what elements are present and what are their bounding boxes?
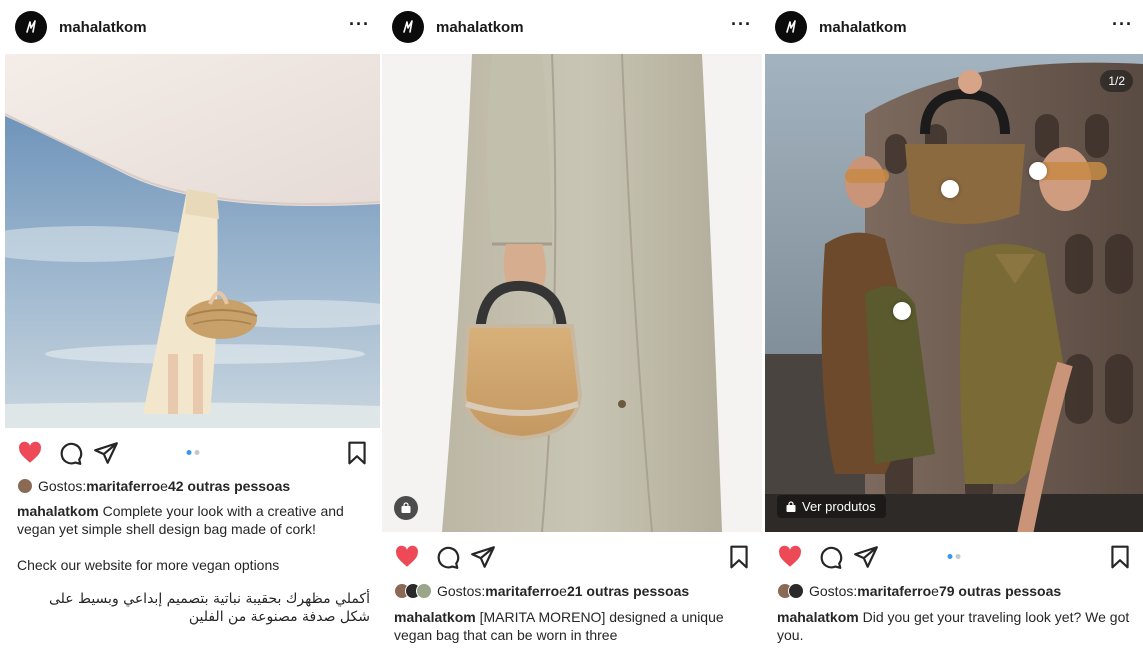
colosseum-scene (765, 54, 1143, 532)
carousel-dot (955, 554, 961, 559)
action-bar (765, 538, 1143, 578)
logo-icon (403, 20, 413, 33)
more-icon[interactable]: ··· (1112, 14, 1133, 34)
liked-by-user[interactable]: maritaferro (86, 478, 160, 494)
more-icon[interactable]: ··· (349, 14, 370, 34)
post-caption: mahalatkom [MARITA MORENO] designed a un… (394, 608, 752, 644)
comment-icon[interactable] (57, 440, 83, 466)
username[interactable]: mahalatkom (59, 19, 147, 36)
avatar[interactable] (775, 11, 807, 43)
heart-icon[interactable] (17, 440, 43, 466)
post-card: mahalatkom ··· (382, 0, 762, 652)
caption-arabic: أكملي مظهرك بحقيبة نباتية بتصميم إبداعي … (48, 591, 370, 625)
share-icon[interactable] (470, 544, 496, 570)
beach-scene (5, 54, 380, 428)
avatar (17, 478, 33, 494)
caption-username[interactable]: mahalatkom (394, 609, 476, 625)
carousel-indicator (947, 554, 961, 559)
coat-bag-scene (382, 54, 762, 532)
logo-icon (26, 20, 36, 33)
likes-count[interactable]: 21 outras pessoas (567, 583, 689, 599)
view-products-label: Ver produtos (802, 499, 876, 514)
action-bar (382, 538, 762, 578)
logo-icon (786, 20, 796, 33)
caption-username[interactable]: mahalatkom (17, 503, 99, 519)
liked-by-user[interactable]: maritaferro (857, 583, 931, 599)
caption-paragraph: Check our website for more vegan options (17, 557, 280, 573)
likes-count[interactable]: 42 outras pessoas (168, 478, 290, 494)
likes-summary: Gostos: maritaferro e 21 outras pessoas (394, 583, 754, 599)
liker-avatars (17, 478, 33, 494)
likes-joiner: e (559, 583, 567, 599)
avatar[interactable] (392, 11, 424, 43)
product-tag-dot[interactable] (893, 302, 911, 320)
post-caption: mahalatkom Did you get your traveling lo… (777, 608, 1133, 644)
post-image[interactable]: 1/2 Ver produtos (765, 54, 1143, 532)
comment-icon[interactable] (817, 544, 843, 570)
post-header: mahalatkom ··· (765, 0, 1143, 54)
post-header: mahalatkom ··· (5, 0, 380, 54)
likes-joiner: e (931, 583, 939, 599)
heart-icon[interactable] (777, 544, 803, 570)
likes-joiner: e (160, 478, 168, 494)
likes-count[interactable]: 79 outras pessoas (939, 583, 1061, 599)
avatar (788, 583, 804, 599)
bookmark-icon[interactable] (726, 544, 752, 570)
username[interactable]: mahalatkom (436, 19, 524, 36)
likes-summary: Gostos: maritaferro e 79 outras pessoas (777, 583, 1135, 599)
avatar (416, 583, 432, 599)
bookmark-icon[interactable] (1107, 544, 1133, 570)
post-image[interactable] (382, 54, 762, 532)
likes-summary: Gostos: maritaferro e 42 outras pessoas (17, 478, 372, 494)
liker-avatars (394, 583, 432, 599)
heart-icon[interactable] (394, 544, 420, 570)
product-tag-dot[interactable] (1029, 162, 1047, 180)
carousel-dot (947, 554, 953, 559)
post-card: mahalatkom ··· (765, 0, 1143, 652)
username[interactable]: mahalatkom (819, 19, 907, 36)
carousel-dot (186, 450, 191, 455)
liker-avatars (777, 583, 804, 599)
product-tag-dot[interactable] (941, 180, 959, 198)
carousel-counter: 1/2 (1100, 70, 1133, 92)
shopping-bag-icon[interactable] (394, 496, 418, 520)
action-bar (5, 434, 380, 474)
post-caption: mahalatkom Complete your look with a cre… (17, 502, 370, 626)
shopping-bag-icon (786, 500, 796, 512)
share-icon[interactable] (93, 440, 119, 466)
likes-label: Gostos: (809, 583, 858, 599)
comment-icon[interactable] (434, 544, 460, 570)
bookmark-icon[interactable] (344, 440, 370, 466)
likes-label: Gostos: (437, 583, 486, 599)
carousel-indicator (186, 450, 199, 455)
share-icon[interactable] (853, 544, 879, 570)
caption-username[interactable]: mahalatkom (777, 609, 859, 625)
post-header: mahalatkom ··· (382, 0, 762, 54)
view-products-button[interactable]: Ver produtos (777, 495, 886, 518)
carousel-dot (194, 450, 199, 455)
more-icon[interactable]: ··· (731, 14, 752, 34)
post-card: mahalatkom ··· (5, 0, 380, 652)
avatar[interactable] (15, 11, 47, 43)
post-image[interactable] (5, 54, 380, 428)
liked-by-user[interactable]: maritaferro (485, 583, 559, 599)
likes-label: Gostos: (38, 478, 87, 494)
